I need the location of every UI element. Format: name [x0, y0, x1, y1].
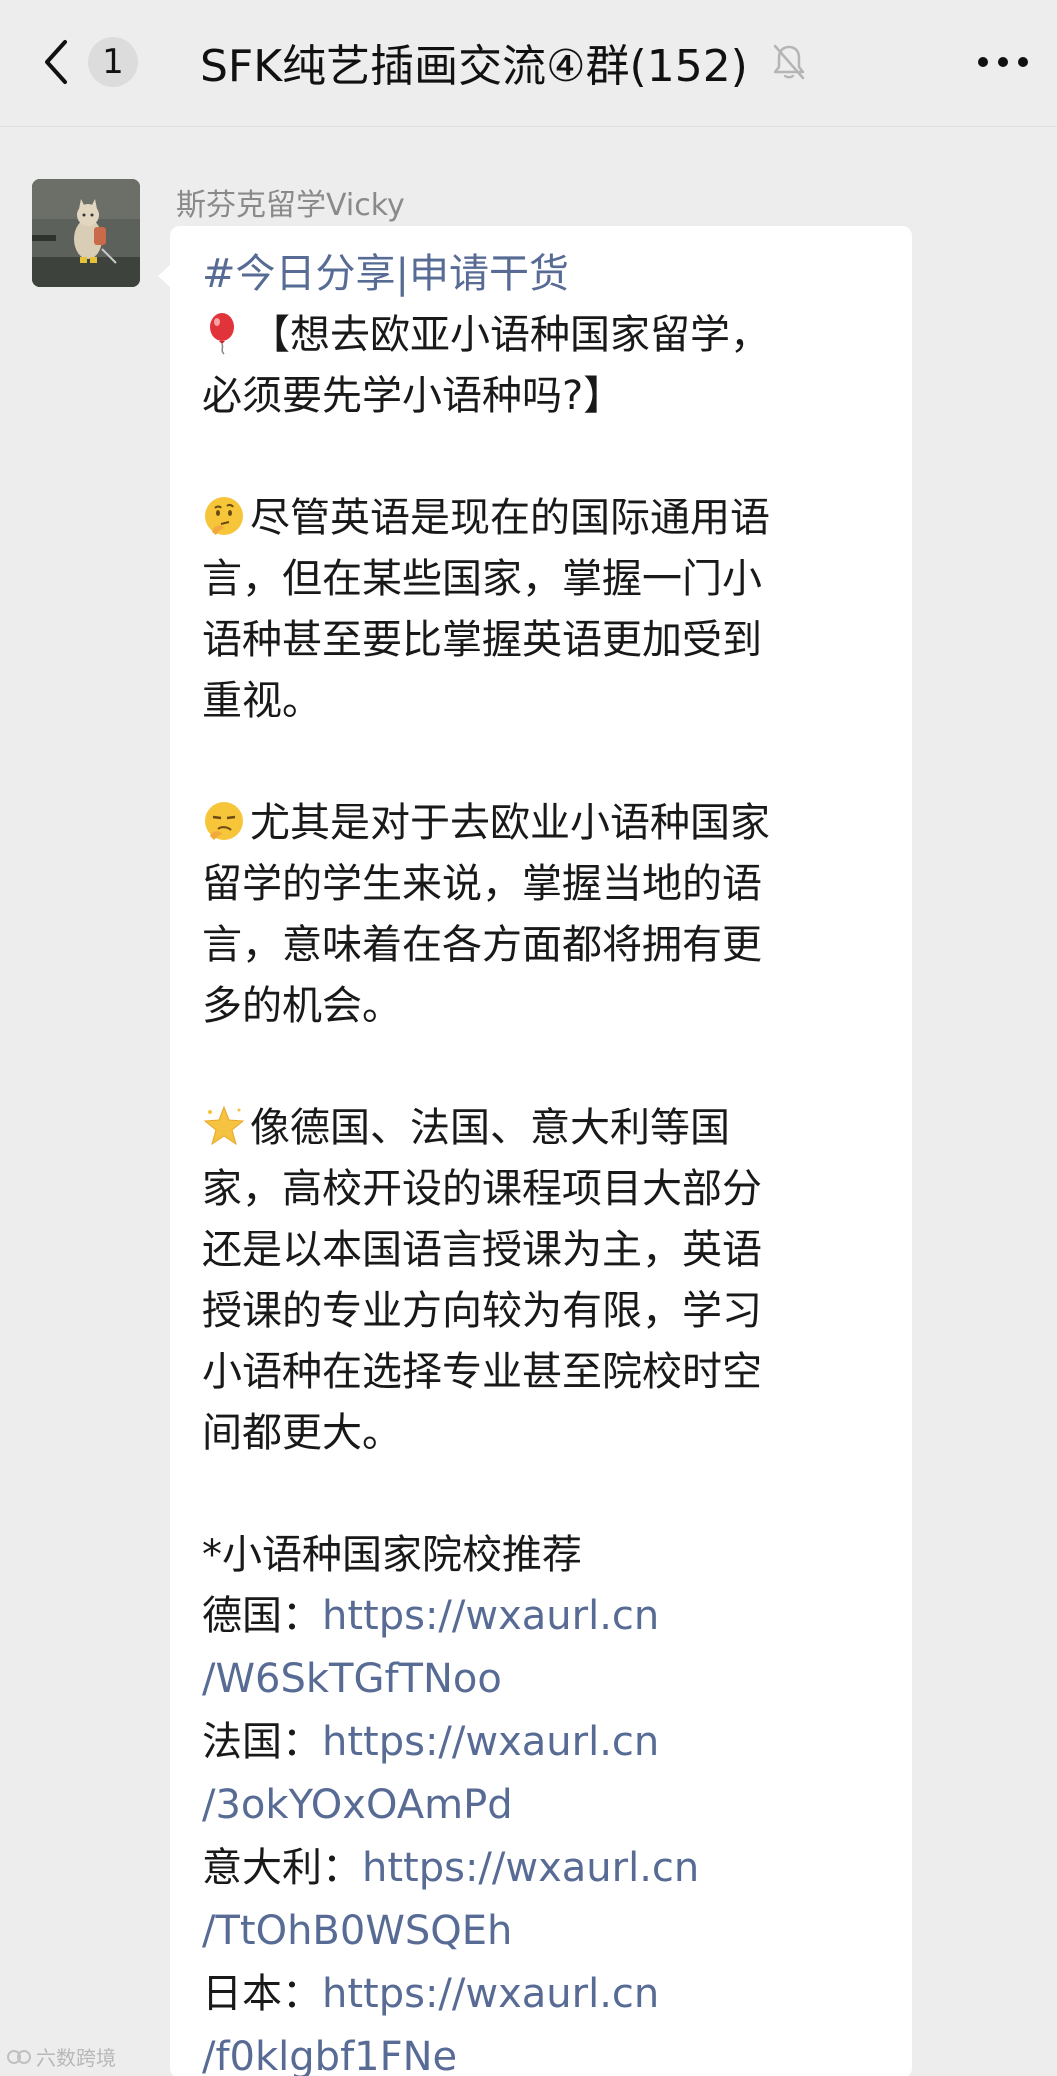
chat-title: SFK纯艺插画交流④群(152) [200, 41, 748, 92]
url-link[interactable]: /f0klgbf1FNe [202, 2027, 882, 2076]
star-icon [202, 1104, 246, 1148]
back-button[interactable] [36, 36, 76, 88]
chat-screen: 1 SFK纯艺插画交流④群(152) 斯芬克留学Vicky #今日分享|申请干货… [0, 0, 1057, 2076]
cat-avatar-icon [32, 179, 140, 287]
title-line: 【想去欧亚小语种国家留学， [250, 312, 770, 358]
url-link[interactable]: https://wxaurl.cn [322, 1971, 659, 2017]
message-line: 尽管英语是现在的国际通用语 [202, 488, 882, 549]
avatar[interactable] [32, 179, 140, 287]
country-label: 日本： [202, 1971, 322, 2017]
country-label: 法国： [202, 1719, 322, 1765]
header-divider [0, 126, 1057, 127]
paragraph-line: 重视。 [202, 678, 322, 724]
url-link[interactable]: https://wxaurl.cn [322, 1593, 659, 1639]
paragraph-line: 多的机会。 [202, 983, 402, 1029]
message-line: 像德国、法国、意大利等国 [202, 1098, 882, 1159]
chat-header: 1 SFK纯艺插画交流④群(152) [0, 0, 1057, 126]
bell-muted-icon [770, 42, 808, 82]
paragraph-line: 语种甚至要比掌握英语更加受到 [202, 617, 762, 663]
paragraph-line: 像德国、法国、意大利等国 [250, 1105, 730, 1151]
url-link[interactable]: https://wxaurl.cn [322, 1719, 659, 1765]
paragraph-line: 留学的学生来说，掌握当地的语 [202, 861, 762, 907]
watermark-text: 六数跨境 [36, 2046, 116, 2070]
paragraph-line: 间都更大。 [202, 1410, 402, 1456]
chat-title-area[interactable]: SFK纯艺插画交流④群(152) [200, 30, 880, 94]
link-row: 日本：https://wxaurl.cn [202, 1964, 882, 2027]
paragraph-line: 家，高校开设的课程项目大部分 [202, 1166, 762, 1212]
sender-name: 斯芬克留学Vicky [176, 188, 405, 223]
message-text: #今日分享|申请干货 【想去欧亚小语种国家留学， 必须要先学小语种吗?】 尽管英… [202, 244, 882, 2076]
link-row: 意大利：https://wxaurl.cn [202, 1838, 882, 1901]
paragraph-line: 小语种在选择专业甚至院校时空 [202, 1349, 762, 1395]
title-line: 必须要先学小语种吗?】 [202, 373, 624, 419]
message-line: 尤其是对于去欧业小语种国家 [202, 793, 882, 854]
country-label: 德国： [202, 1593, 322, 1639]
unread-count-badge[interactable]: 1 [88, 37, 138, 87]
country-label: 意大利： [202, 1845, 362, 1891]
more-dots-icon [978, 57, 1028, 67]
paragraph-line: 尤其是对于去欧业小语种国家 [250, 800, 770, 846]
recommend-title: *小语种国家院校推荐 [202, 1532, 582, 1578]
paragraph-line: 还是以本国语言授课为主，英语 [202, 1227, 762, 1273]
link-row: 德国：https://wxaurl.cn [202, 1586, 882, 1649]
url-link[interactable]: https://wxaurl.cn [362, 1845, 699, 1891]
hashtag-link[interactable]: #今日分享|申请干货 [202, 244, 882, 305]
paragraph-line: 授课的专业方向较为有限，学习 [202, 1288, 762, 1334]
paragraph-line: 言，意味着在各方面都将拥有更 [202, 922, 762, 968]
squint-face-icon [202, 799, 246, 843]
more-button[interactable] [975, 40, 1031, 84]
url-link[interactable]: /3okYOxOAmPd [202, 1775, 882, 1838]
paragraph-line: 尽管英语是现在的国际通用语 [250, 495, 770, 541]
watermark-logo-icon [7, 2049, 31, 2064]
url-link[interactable]: /TtOhB0WSQEh [202, 1901, 882, 1964]
message-line: 【想去欧亚小语种国家留学， [202, 305, 882, 366]
thinking-face-icon [202, 494, 246, 538]
balloon-icon [202, 311, 246, 355]
watermark: 六数跨境 [6, 2042, 116, 2071]
paragraph-line: 言，但在某些国家，掌握一门小 [202, 556, 762, 602]
url-link[interactable]: /W6SkTGfTNoo [202, 1649, 882, 1712]
chevron-left-icon [45, 40, 67, 84]
link-row: 法国：https://wxaurl.cn [202, 1712, 882, 1775]
